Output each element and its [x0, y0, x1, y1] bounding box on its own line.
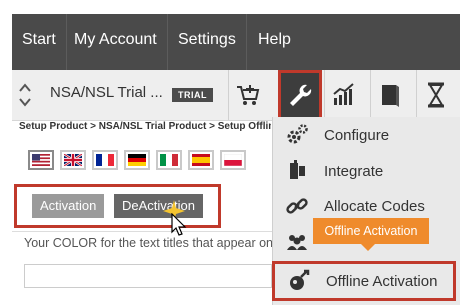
- flag-spain[interactable]: [188, 150, 214, 170]
- flag-poland[interactable]: [220, 150, 246, 170]
- mouse-cursor-icon: [171, 212, 187, 242]
- product-toolbar: NSA/NSL Trial ... TRIAL: [12, 70, 460, 121]
- top-navigation: Start My Account Settings Help: [0, 0, 460, 70]
- nav-start[interactable]: Start: [12, 14, 67, 70]
- menu-item-offline-activation[interactable]: Offline Activation: [272, 261, 456, 301]
- gears-icon: [285, 123, 309, 147]
- tab-deactivation[interactable]: DeActivation: [114, 194, 203, 218]
- wrench-icon[interactable]: [278, 70, 322, 120]
- language-flags: [28, 150, 246, 170]
- nav-settings[interactable]: Settings: [168, 14, 247, 70]
- color-input[interactable]: [24, 264, 272, 288]
- nav-my-account[interactable]: My Account: [64, 14, 168, 70]
- hourglass-icon[interactable]: [416, 70, 455, 120]
- users-icon: [285, 230, 309, 254]
- nav-help[interactable]: Help: [248, 14, 301, 70]
- frame-top: [0, 0, 460, 14]
- flag-uk[interactable]: [60, 150, 86, 170]
- cart-add-icon[interactable]: [228, 70, 267, 120]
- menu-item-label: Offline Activation: [326, 272, 438, 290]
- integrate-icon: [285, 159, 309, 183]
- frame-left: [0, 0, 12, 70]
- product-switch-icon[interactable]: [18, 82, 32, 108]
- offline-activation-tooltip: Offline Activation: [313, 218, 429, 251]
- divider: [12, 231, 272, 232]
- offline-activation-icon: [287, 269, 311, 293]
- tab-activation[interactable]: Activation: [32, 194, 105, 218]
- chart-icon[interactable]: [324, 70, 363, 120]
- tooltip-text: Offline Activation: [324, 224, 418, 238]
- link-icon: [285, 194, 309, 218]
- trial-badge: TRIAL: [172, 88, 213, 102]
- menu-item-label: Configure: [324, 126, 390, 144]
- product-name[interactable]: NSA/NSL Trial ...: [50, 84, 163, 101]
- breadcrumb: Setup Product > NSA/NSL Trial Product > …: [19, 121, 271, 132]
- book-icon[interactable]: [370, 70, 409, 120]
- menu-item-label: Allocate Codes: [324, 197, 425, 215]
- flag-germany[interactable]: [124, 150, 150, 170]
- tooltip-arrow: [361, 244, 375, 251]
- flag-us[interactable]: [28, 150, 54, 170]
- menu-item-label: Integrate: [324, 162, 384, 180]
- flag-france[interactable]: [92, 150, 118, 170]
- flag-italy[interactable]: [156, 150, 182, 170]
- color-info-text: Your COLOR for the text titles that appe…: [24, 236, 272, 250]
- menu-item-configure[interactable]: Configure: [273, 117, 460, 153]
- wrench-dropdown-menu: Configure Integrate Allocate Codes Offli…: [272, 117, 460, 305]
- menu-item-integrate[interactable]: Integrate: [273, 153, 460, 189]
